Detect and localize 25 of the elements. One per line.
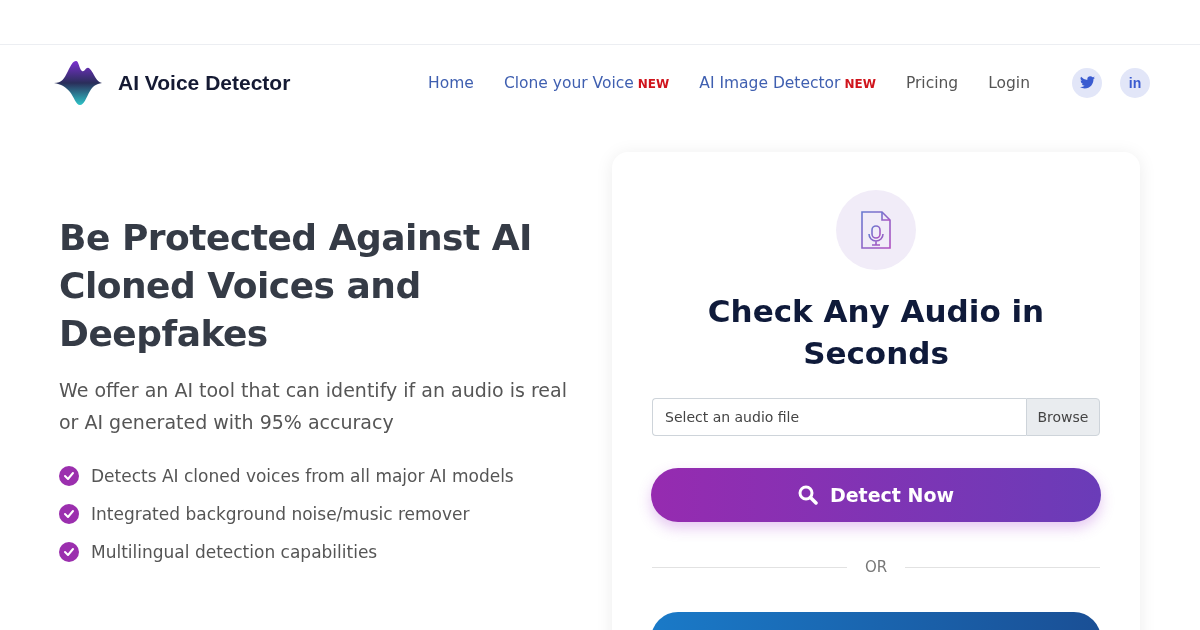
check-circle-icon (59, 504, 79, 524)
browse-button[interactable]: Browse (1026, 398, 1100, 436)
audio-file-icon (861, 211, 891, 249)
sound-wave-logo-icon (54, 60, 102, 105)
brand-name: AI Voice Detector (118, 70, 291, 95)
feature-text: Detects AI cloned voices from all major AI models (91, 466, 514, 486)
nav-link[interactable]: Clone your Voice NEW (503, 73, 670, 92)
twitter-link[interactable] (1072, 67, 1102, 98)
check-circle-icon (59, 542, 79, 562)
file-input-field[interactable]: Select an audio file (652, 398, 1026, 436)
detect-now-button[interactable]: Detect Now (651, 468, 1101, 522)
hero-title: Be Protected Against AI Cloned Voices and Deepfakes (59, 216, 533, 356)
search-icon (797, 485, 818, 505)
linkedin-link[interactable]: in (1120, 67, 1150, 98)
bird-icon (1079, 76, 1095, 89)
nav-link[interactable]: Home (428, 73, 474, 92)
nav-link[interactable]: Pricing (905, 73, 959, 92)
hero-subtitle: We offer an AI tool that can identify if an audio is real or AI generated with 95% accuracy (59, 378, 568, 435)
nav-link[interactable]: AI Image Detector NEW (699, 73, 876, 92)
feature-text: Multilingual detection capabilities (91, 542, 378, 562)
check-circle-icon (59, 466, 79, 486)
or-divider-text: OR (864, 558, 888, 576)
nav-link[interactable]: Login (988, 73, 1030, 92)
card-title: Check Any Audio in Seconds (706, 292, 1046, 373)
feature-text: Integrated background noise/music remover (91, 504, 470, 524)
